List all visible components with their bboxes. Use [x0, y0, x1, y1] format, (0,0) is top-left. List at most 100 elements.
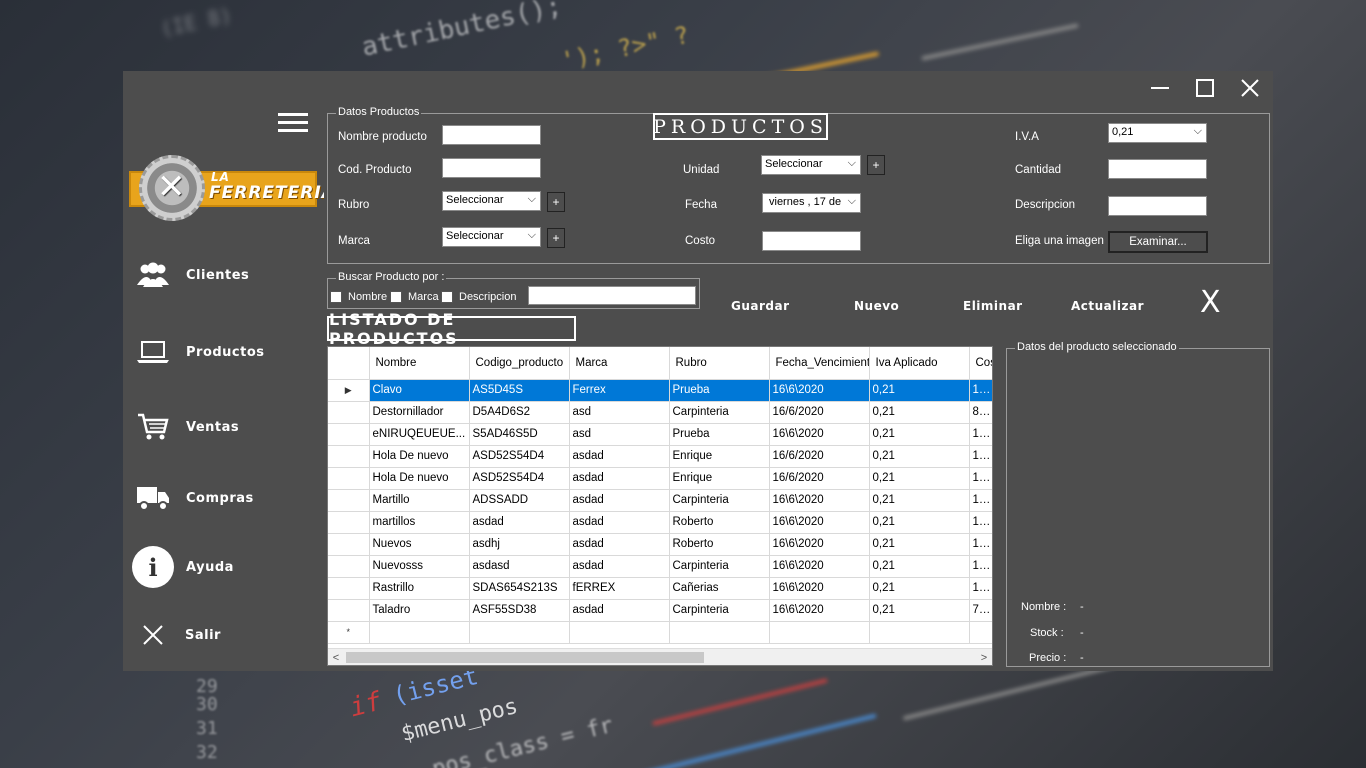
table-cell[interactable]: 0,21 — [869, 401, 970, 424]
unidad-select[interactable]: Seleccionar ⌵ — [761, 155, 861, 175]
column-header[interactable]: Nombre — [369, 347, 470, 380]
minimize-button[interactable] — [1145, 75, 1175, 101]
table-cell[interactable]: 16\6\2020 — [769, 423, 870, 446]
scrollbar-thumb[interactable] — [346, 652, 704, 663]
cod-input[interactable] — [442, 158, 541, 178]
hamburger-menu-icon[interactable] — [278, 113, 308, 135]
column-header[interactable]: Rubro — [669, 347, 770, 380]
row-header[interactable] — [328, 533, 370, 556]
table-cell[interactable]: 0,21 — [869, 445, 970, 468]
row-header[interactable] — [328, 423, 370, 446]
table-row[interactable]: Martillo ADSSADD asdad Carpinteria 16\6\2020… — [328, 489, 992, 512]
table-cell[interactable]: Carpinteria — [669, 489, 770, 512]
table-cell[interactable]: asdad — [569, 533, 670, 556]
table-cell[interactable]: asdasd — [469, 555, 570, 578]
table-row[interactable]: Hola De nuevo ASD52S54D4 asdad Enrique 16/6/… — [328, 445, 992, 468]
table-cell[interactable]: ASF55SD38 — [469, 599, 570, 622]
table-cell[interactable]: asdad — [569, 467, 670, 490]
nombre-input[interactable] — [442, 125, 541, 145]
row-header[interactable] — [328, 599, 370, 622]
nav-item-compras[interactable]: Compras — [123, 478, 324, 518]
table-cell[interactable] — [369, 621, 470, 644]
table-cell[interactable]: 16\6\2020 — [769, 599, 870, 622]
table-cell[interactable]: eNIRUQEUEUE... — [369, 423, 470, 446]
table-cell[interactable]: Prueba — [669, 379, 770, 402]
guardar-button[interactable]: Guardar — [731, 299, 790, 313]
title-bar[interactable] — [123, 71, 1273, 105]
row-header[interactable] — [328, 467, 370, 490]
table-cell[interactable]: Nuevosss — [369, 555, 470, 578]
table-cell[interactable]: 16\6\2020 — [769, 533, 870, 556]
table-cell[interactable]: 16\6\2020 — [769, 489, 870, 512]
nav-item-productos[interactable]: Productos — [123, 332, 324, 372]
table-cell[interactable]: Roberto — [669, 533, 770, 556]
table-cell[interactable]: 0,21 — [869, 379, 970, 402]
scroll-right-icon[interactable]: > — [976, 649, 992, 665]
table-cell[interactable]: 16\6\2020 — [769, 577, 870, 600]
table-cell[interactable]: 16\6\2020 — [769, 379, 870, 402]
table-cell[interactable]: 7500 — [969, 599, 992, 622]
table-cell[interactable]: 15,7 — [969, 555, 992, 578]
table-cell[interactable]: Enrique — [669, 445, 770, 468]
close-window-button[interactable] — [1235, 75, 1265, 101]
table-cell[interactable]: 16\6\2020 — [769, 511, 870, 534]
scroll-left-icon[interactable]: < — [328, 649, 344, 665]
add-unidad-button[interactable]: + — [867, 155, 885, 175]
column-header[interactable]: Codigo_producto — [469, 347, 570, 380]
table-cell[interactable]: 0,21 — [869, 555, 970, 578]
table-cell[interactable]: Rastrillo — [369, 577, 470, 600]
horizontal-scrollbar[interactable]: < > — [328, 648, 992, 665]
table-cell[interactable]: Roberto — [669, 511, 770, 534]
table-cell[interactable]: asdad — [569, 445, 670, 468]
row-header[interactable] — [328, 489, 370, 512]
table-row[interactable]: Nuevos asdhj asdad Roberto 16\6\2020 0,21 15,7 — [328, 533, 992, 556]
nombre-checkbox[interactable] — [330, 291, 342, 303]
table-row[interactable]: Taladro ASF55SD38 asdad Carpinteria 16\6\202… — [328, 599, 992, 622]
table-cell[interactable]: Carpinteria — [669, 401, 770, 424]
table-cell[interactable]: SDAS654S213S — [469, 577, 570, 600]
table-cell[interactable]: asdad — [569, 599, 670, 622]
table-cell[interactable]: Ferrex — [569, 379, 670, 402]
eliminar-button[interactable]: Eliminar — [963, 299, 1023, 313]
table-cell[interactable]: asd — [569, 423, 670, 446]
table-cell[interactable]: 0,21 — [869, 511, 970, 534]
table-cell[interactable]: 16/6/2020 — [769, 467, 870, 490]
table-cell[interactable]: Prueba — [669, 423, 770, 446]
table-cell[interactable]: Martillo — [369, 489, 470, 512]
table-row[interactable]: Nuevosss asdasd asdad Carpinteria 16\6\2020 0… — [328, 555, 992, 578]
table-cell[interactable]: Hola De nuevo — [369, 467, 470, 490]
table-cell[interactable]: Clavo — [369, 379, 470, 402]
table-cell[interactable]: Destornillador — [369, 401, 470, 424]
column-header[interactable]: Iva Aplicado — [869, 347, 970, 380]
table-cell[interactable]: 15,7 — [969, 445, 992, 468]
table-cell[interactable]: 0,21 — [869, 423, 970, 446]
table-cell[interactable]: Carpinteria — [669, 555, 770, 578]
table-cell[interactable]: 0,21 — [869, 599, 970, 622]
table-cell[interactable]: 0,21 — [869, 467, 970, 490]
nav-item-ayuda[interactable]: i Ayuda — [123, 546, 324, 588]
column-header[interactable]: Fecha_Vencimiento — [769, 347, 870, 380]
fecha-picker[interactable]: viernes , 17 de ⌵ — [762, 193, 861, 213]
table-cell[interactable] — [969, 621, 992, 644]
actualizar-button[interactable]: Actualizar — [1071, 299, 1144, 313]
row-header[interactable] — [328, 401, 370, 424]
table-cell[interactable]: Taladro — [369, 599, 470, 622]
table-row[interactable]: martillos asdad asdad Roberto 16\6\2020 0,21 1… — [328, 511, 992, 534]
table-cell[interactable]: ASD52S54D4 — [469, 445, 570, 468]
table-cell[interactable]: Nuevos — [369, 533, 470, 556]
table-cell[interactable] — [669, 621, 770, 644]
add-marca-button[interactable]: + — [547, 228, 565, 248]
rubro-select[interactable]: Seleccionar ⌵ — [442, 191, 541, 211]
table-cell[interactable] — [569, 621, 670, 644]
table-row[interactable]: Destornillador D5A4D6S2 asd Carpinteria 16/6… — [328, 401, 992, 424]
products-table[interactable]: Nombre Codigo_producto Marca Rubro Fecha… — [327, 346, 993, 666]
cantidad-input[interactable] — [1108, 159, 1207, 179]
table-cell[interactable]: asdad — [569, 511, 670, 534]
table-cell[interactable]: 0,21 — [869, 533, 970, 556]
row-header[interactable]: ▶ — [328, 379, 370, 402]
table-cell[interactable]: asdad — [469, 511, 570, 534]
maximize-button[interactable] — [1190, 75, 1220, 101]
table-cell[interactable]: 15,7 — [969, 533, 992, 556]
table-cell[interactable]: ADSSADD — [469, 489, 570, 512]
new-row[interactable]: * — [328, 621, 992, 644]
